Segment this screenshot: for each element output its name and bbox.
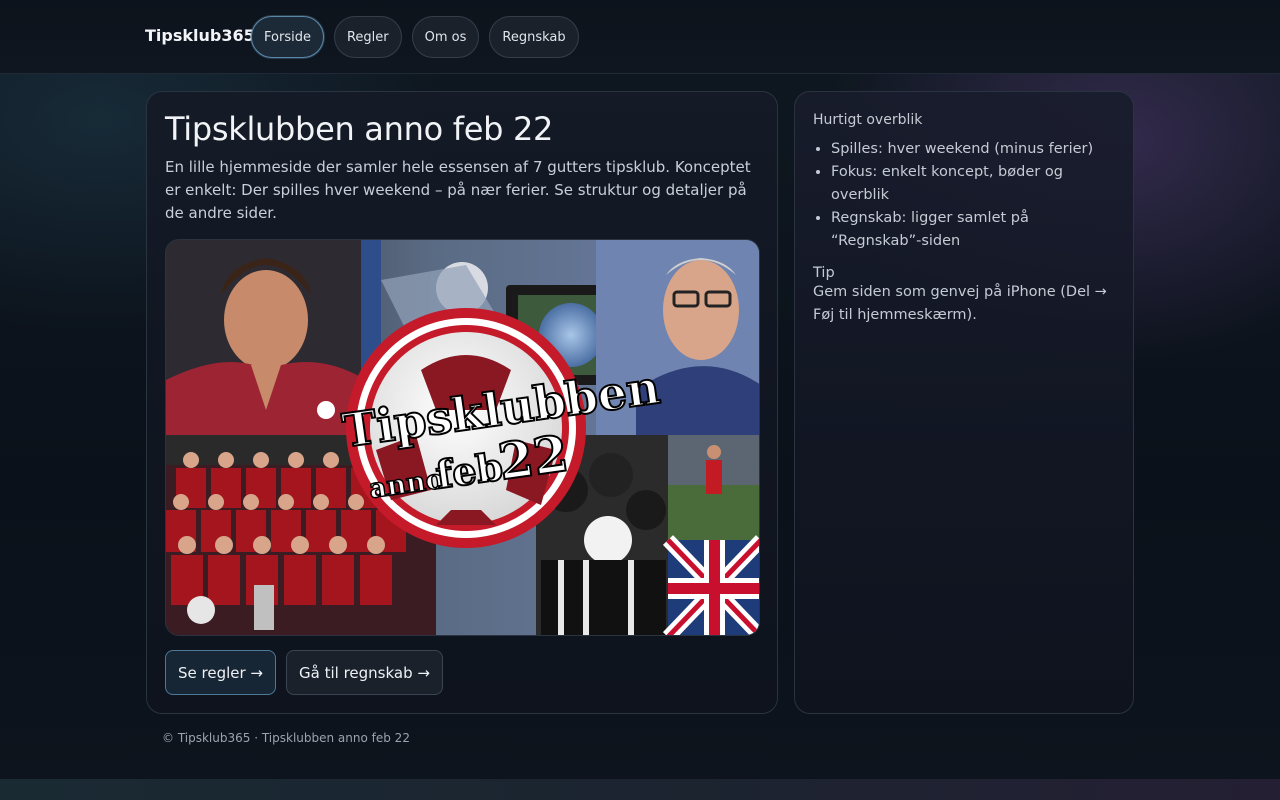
overview-item-accounts: Regnskab: ligger samlet på “Regnskab”-si…	[831, 207, 1115, 253]
hero-collage-image: Tipsklubben anno feb 22	[165, 239, 760, 636]
top-navigation-bar: Tipsklub365 Forside Regler Om os Regnska…	[0, 0, 1280, 74]
tip-text: Gem siden som genvej på iPhone (Del → Fø…	[813, 284, 1107, 323]
overview-sidebar: Hurtigt overblik Spilles: hver weekend (…	[794, 91, 1134, 714]
page-title: Tipsklubben anno feb 22	[165, 110, 554, 148]
union-jack-flag	[662, 535, 759, 635]
go-to-accounts-button[interactable]: Gå til regnskab →	[286, 650, 443, 695]
nav-regnskab[interactable]: Regnskab	[489, 16, 579, 58]
intro-text: En lille hjemmeside der samler hele esse…	[165, 158, 751, 222]
bottom-edge-strip	[0, 779, 1280, 800]
overview-item-focus: Fokus: enkelt koncept, bøder og overblik	[831, 161, 1115, 207]
nav-forside[interactable]: Forside	[251, 16, 324, 58]
overview-item-schedule: Spilles: hver weekend (minus ferier)	[831, 138, 1115, 161]
hero-text-feb: feb	[433, 443, 506, 497]
main-card: Tipsklubben anno feb 22 En lille hjemmes…	[146, 91, 778, 714]
page-footer: © Tipsklub365 · Tipsklubben anno feb 22	[162, 731, 410, 745]
main-nav: Forside Regler Om os Regnskab	[251, 16, 579, 58]
nav-regler[interactable]: Regler	[333, 16, 402, 58]
tip-heading: Tip	[813, 265, 835, 281]
brand-logo-text[interactable]: Tipsklub365	[145, 26, 255, 45]
see-rules-button[interactable]: Se regler →	[165, 650, 277, 695]
sidebar-title: Hurtigt overblik	[813, 112, 923, 128]
nav-om-os[interactable]: Om os	[411, 16, 480, 58]
action-buttons: Se regler → Gå til regnskab →	[165, 650, 443, 695]
hero-text-22: 22	[495, 423, 572, 491]
overview-list: Spilles: hver weekend (minus ferier) Fok…	[813, 138, 1115, 253]
